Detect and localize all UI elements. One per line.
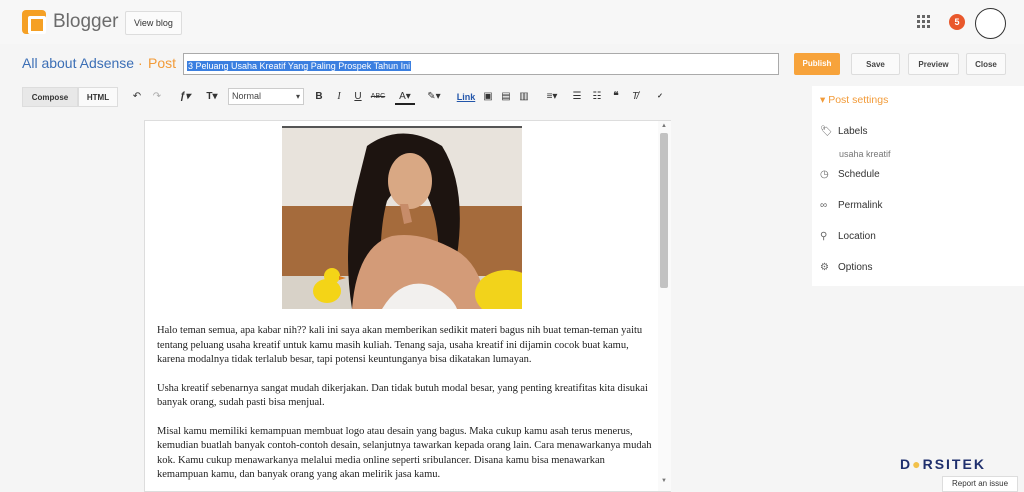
post-paragraph: Usha kreatif sebenarnya sangat mudah dik… xyxy=(157,382,648,409)
preview-button[interactable]: Preview xyxy=(908,53,959,75)
post-body[interactable]: Halo teman semua, apa kabar nih?? kali i… xyxy=(157,324,652,492)
watermark-logo: D●RSITEK xyxy=(900,456,986,472)
font-size-icon[interactable]: T▾ xyxy=(200,89,224,105)
scroll-down-icon[interactable]: ▼ xyxy=(661,478,667,484)
brand-name: Blogger xyxy=(53,11,119,32)
post-settings-sidebar: ▾ Post settings 🏷 Labels usaha kreatif ◷ S… xyxy=(812,86,1024,286)
location-pin-icon: ⚲ xyxy=(820,231,828,242)
close-button[interactable]: Close xyxy=(966,53,1006,75)
post-paragraph: Halo teman semua, apa kabar nih?? kali i… xyxy=(157,325,643,365)
strikethrough-button[interactable]: ABC xyxy=(370,89,386,105)
breadcrumb-post: Post xyxy=(148,55,177,71)
blogger-editor: Blogger View blog 5 All about Adsense · … xyxy=(0,0,1024,492)
insert-video-icon[interactable]: ▤ xyxy=(499,89,513,105)
compose-mode-button[interactable]: Compose xyxy=(22,87,78,107)
sidebar-item-schedule[interactable]: ◷ Schedule xyxy=(820,169,880,180)
labels-value: usaha kreatif xyxy=(839,149,891,159)
redo-icon[interactable]: ↷ xyxy=(150,89,164,105)
sidebar-item-permalink[interactable]: ∞ Permalink xyxy=(820,200,882,211)
breadcrumb-separator: · xyxy=(138,55,143,71)
view-blog-button[interactable]: View blog xyxy=(125,11,182,35)
post-title-input[interactable]: 3 Peluang Usaha Kreatif Yang Paling Pros… xyxy=(183,53,779,75)
avatar[interactable] xyxy=(975,8,1006,39)
bold-button[interactable]: B xyxy=(313,89,325,105)
sidebar-item-labels[interactable]: 🏷 Labels xyxy=(820,126,867,137)
text-color-icon[interactable]: A▾ xyxy=(395,89,415,105)
highlight-color-icon[interactable]: ✎▾ xyxy=(423,89,445,105)
post-settings-heading[interactable]: ▾ Post settings xyxy=(820,94,888,106)
post-title-row: All about Adsense · Post 3 Peluang Usaha… xyxy=(0,48,1024,80)
numbered-list-icon[interactable]: ☰ xyxy=(570,89,584,105)
spellcheck-icon[interactable]: ✓ xyxy=(652,89,668,105)
insert-jump-break-icon[interactable]: ▥ xyxy=(517,89,531,105)
editor-toolbar: Compose HTML ↶ ↷ ƒ▾ T▾ Normal B I U ABC … xyxy=(0,84,700,110)
notification-badge[interactable]: 5 xyxy=(949,14,965,30)
report-issue-button[interactable]: Report an issue xyxy=(942,476,1018,492)
blogger-logo-icon[interactable] xyxy=(22,10,46,34)
post-image[interactable] xyxy=(282,126,522,309)
quote-icon[interactable]: ❝ xyxy=(609,89,623,105)
link-button[interactable]: Link xyxy=(455,89,477,105)
save-button[interactable]: Save xyxy=(851,53,900,75)
blog-name[interactable]: All about Adsense xyxy=(22,55,134,71)
format-select[interactable]: Normal xyxy=(228,88,304,105)
bullet-list-icon[interactable]: ☷ xyxy=(590,89,604,105)
top-bar: Blogger View blog 5 xyxy=(0,0,1024,44)
font-family-icon[interactable]: ƒ▾ xyxy=(174,89,196,105)
post-title-value: 3 Peluang Usaha Kreatif Yang Paling Pros… xyxy=(187,61,412,71)
gear-icon: ⚙ xyxy=(820,262,829,273)
clock-icon: ◷ xyxy=(820,169,829,180)
tag-icon: 🏷 xyxy=(820,126,833,137)
underline-button[interactable]: U xyxy=(352,89,364,105)
html-mode-button[interactable]: HTML xyxy=(78,87,118,107)
sidebar-item-options[interactable]: ⚙ Options xyxy=(820,262,872,273)
scroll-thumb[interactable] xyxy=(660,133,668,288)
remove-formatting-icon[interactable]: T̸ xyxy=(628,89,642,105)
italic-button[interactable]: I xyxy=(333,89,345,105)
sidebar-item-location[interactable]: ⚲ Location xyxy=(820,231,876,242)
insert-image-icon[interactable]: ▣ xyxy=(481,89,495,105)
undo-icon[interactable]: ↶ xyxy=(130,89,144,105)
post-paragraph: Misal kamu memiliki kemampuan membuat lo… xyxy=(157,425,652,481)
publish-button[interactable]: Publish xyxy=(794,53,840,75)
post-editor[interactable]: Halo teman semua, apa kabar nih?? kali i… xyxy=(144,120,671,492)
editor-scrollbar[interactable]: ▲ ▼ xyxy=(658,121,671,491)
scroll-up-icon[interactable]: ▲ xyxy=(661,123,667,129)
apps-grid-icon[interactable] xyxy=(917,15,931,29)
align-icon[interactable]: ≡▾ xyxy=(542,89,562,105)
link-icon: ∞ xyxy=(820,200,828,211)
